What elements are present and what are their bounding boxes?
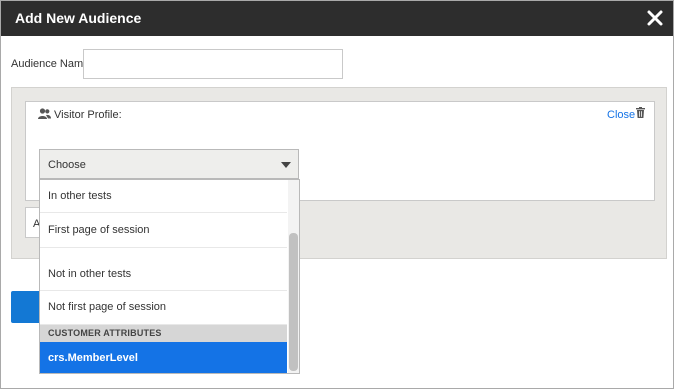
dialog-title: Add New Audience [15,10,142,26]
audience-name-label: Audience Name [11,58,90,70]
close-rule-link[interactable]: Close [607,109,635,121]
dropdown-option[interactable]: Not first page of session [40,291,287,325]
users-icon [38,108,51,119]
close-x-icon[interactable] [646,9,664,27]
dialog-titlebar: Add New Audience [1,1,673,36]
dropdown-option[interactable]: Not in other tests [40,258,287,291]
caret-down-icon [281,162,291,168]
select-value: Choose [48,159,86,171]
select-dropdown-list: In other tests First page of session Not… [39,179,300,374]
visitor-profile-select[interactable]: Choose [39,149,299,179]
dropdown-option-selected[interactable]: crs.MemberLevel [40,342,287,373]
trash-icon[interactable] [636,107,645,118]
dropdown-option[interactable]: First page of session [40,214,287,248]
add-audience-dialog: Add New Audience Audience Name Visitor P… [0,0,674,389]
visitor-profile-label: Visitor Profile: [54,109,122,121]
audience-name-input[interactable] [83,49,343,79]
option-group-header: CUSTOMER ATTRIBUTES [40,325,287,342]
dropdown-option[interactable]: In other tests [40,180,287,213]
dropdown-scrollbar-thumb[interactable] [289,233,298,371]
